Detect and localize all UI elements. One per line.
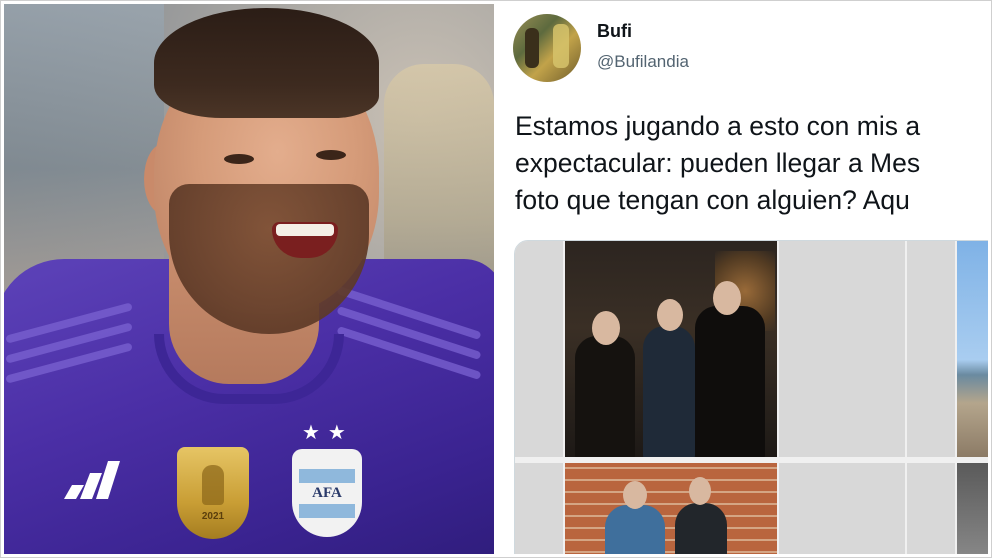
tweet-text: Estamos jugando a esto con mis a expecta… — [515, 108, 988, 219]
tweet-text-line: expectacular: pueden llegar a Mes — [515, 148, 921, 178]
media-cell-empty — [907, 463, 955, 554]
beach-photo[interactable] — [957, 241, 988, 457]
brick-wall-photo[interactable] — [565, 463, 777, 554]
player-photo: 2021 ★★ AFA — [4, 4, 494, 554]
group-photo-night[interactable] — [565, 241, 777, 457]
tweet-card: Bufi @Bufilandia Estamos jugando a esto … — [498, 4, 988, 554]
tweet-text-line: Estamos jugando a esto con mis a — [515, 111, 921, 141]
media-cell-empty — [907, 241, 955, 457]
display-name[interactable]: Bufi — [597, 21, 632, 42]
avatar[interactable] — [513, 14, 581, 82]
badge-year: 2021 — [201, 510, 225, 522]
tweet-text-line: foto que tengan con alguien? Aqu — [515, 185, 910, 215]
media-photo[interactable] — [957, 463, 988, 554]
crest-text: AFA — [312, 484, 342, 501]
afa-crest: AFA — [292, 449, 362, 537]
user-handle[interactable]: @Bufilandia — [597, 52, 689, 72]
media-cell-empty — [515, 463, 563, 554]
media-grid — [514, 240, 988, 554]
right-eye — [316, 150, 346, 160]
champion-badge: 2021 — [177, 447, 249, 539]
media-cell-empty — [779, 463, 905, 554]
media-cell-empty — [515, 241, 563, 457]
hair — [154, 8, 379, 118]
three-stripes-logo-icon — [64, 461, 120, 499]
media-cell-empty — [779, 241, 905, 457]
left-eye — [224, 154, 254, 164]
stars: ★★ — [302, 422, 354, 444]
